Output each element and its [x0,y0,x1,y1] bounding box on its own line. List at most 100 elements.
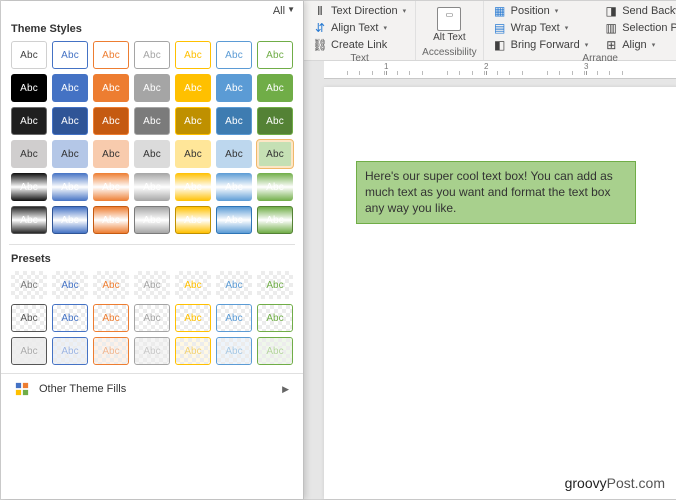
preset-swatch[interactable]: Abc [93,337,129,365]
swatch-label: Abc [61,116,79,127]
style-swatch[interactable]: Abc [11,41,47,69]
preset-swatch[interactable]: Abc [134,304,170,332]
style-swatch[interactable]: Abc [257,107,293,135]
style-swatch[interactable]: Abc [93,173,129,201]
preset-swatch[interactable]: Abc [134,271,170,299]
style-swatch[interactable]: Abc [134,173,170,201]
preset-swatch[interactable]: Abc [11,271,47,299]
position-button[interactable]: ▦Position▾ [490,3,592,19]
preset-swatch[interactable]: Abc [11,337,47,365]
swatch-label: Abc [143,149,161,160]
alt-text-button[interactable]: ▭ Alt Text [429,5,470,46]
create-link-button[interactable]: ⛓Create Link [310,37,409,53]
chevron-down-icon: ▾ [555,7,559,15]
other-fills-label: Other Theme Fills [39,383,126,395]
style-swatch[interactable]: Abc [11,107,47,135]
preset-swatch[interactable]: Abc [175,271,211,299]
style-swatch[interactable]: Abc [52,74,88,102]
preset-swatch[interactable]: Abc [175,304,211,332]
swatch-label: Abc [225,346,242,357]
style-swatch[interactable]: Abc [216,173,252,201]
text-box[interactable]: Here's our super cool text box! You can … [356,161,636,224]
palette-icon [15,382,29,396]
align-text-button[interactable]: ⇵Align Text▾ [310,20,409,36]
style-swatch[interactable]: Abc [93,206,129,234]
style-swatch[interactable]: Abc [175,107,211,135]
preset-swatch[interactable]: Abc [216,304,252,332]
style-swatch[interactable]: Abc [134,41,170,69]
preset-swatch[interactable]: Abc [93,271,129,299]
swatch-label: Abc [61,346,78,357]
bring-forward-button[interactable]: ◧Bring Forward▾ [490,37,592,53]
group-label-accessibility: Accessibility [422,47,476,60]
swatch-label: Abc [61,83,79,94]
style-swatch[interactable]: Abc [257,74,293,102]
style-swatch[interactable]: Abc [11,206,47,234]
preset-swatch[interactable]: Abc [216,337,252,365]
style-swatch[interactable]: Abc [93,107,129,135]
align-icon: ⊞ [604,38,618,52]
style-swatch[interactable]: Abc [216,74,252,102]
style-swatch[interactable]: Abc [52,41,88,69]
align-button[interactable]: ⊞Align▾ [601,37,676,53]
style-swatch[interactable]: Abc [216,206,252,234]
style-swatch[interactable]: Abc [257,140,293,168]
swatch-label: Abc [143,280,160,291]
preset-swatch[interactable]: Abc [257,304,293,332]
other-theme-fills-button[interactable]: Other Theme Fills ▶ [1,373,303,404]
selection-pane-button[interactable]: ▥Selection Pane [601,20,676,36]
swatch-label: Abc [143,50,161,61]
gallery-filter[interactable]: All ▼ [1,1,303,17]
swatch-label: Abc [184,313,201,324]
preset-swatch[interactable]: Abc [52,304,88,332]
style-swatch[interactable]: Abc [11,140,47,168]
swatch-label: Abc [20,182,38,193]
style-swatch[interactable]: Abc [93,74,129,102]
preset-swatch[interactable]: Abc [257,271,293,299]
style-swatch[interactable]: Abc [175,74,211,102]
style-swatch[interactable]: Abc [93,41,129,69]
style-swatch[interactable]: Abc [134,140,170,168]
preset-swatch[interactable]: Abc [216,271,252,299]
style-swatch[interactable]: Abc [175,173,211,201]
style-swatch[interactable]: Abc [134,74,170,102]
swatch-label: Abc [20,313,37,324]
text-direction-button[interactable]: ⅡText Direction▾ [310,3,409,19]
style-swatch[interactable]: Abc [175,41,211,69]
style-swatch[interactable]: Abc [216,41,252,69]
send-backward-button[interactable]: ◨Send Backward▾ [601,3,676,19]
style-swatch[interactable]: Abc [257,206,293,234]
preset-swatch[interactable]: Abc [257,337,293,365]
style-swatch[interactable]: Abc [52,140,88,168]
bring-forward-icon: ◧ [493,38,507,52]
preset-swatch[interactable]: Abc [52,271,88,299]
document-area: ⅡText Direction▾ ⇵Align Text▾ ⛓Create Li… [304,1,676,499]
style-swatch[interactable]: Abc [11,74,47,102]
document-canvas[interactable]: Here's our super cool text box! You can … [324,87,676,499]
style-swatch[interactable]: Abc [134,206,170,234]
shape-styles-gallery: All ▼ Theme Styles AbcAbcAbcAbcAbcAbcAbc… [1,1,304,499]
swatch-label: Abc [143,182,161,193]
style-swatch[interactable]: Abc [11,173,47,201]
style-swatch[interactable]: Abc [93,140,129,168]
wrap-text-button[interactable]: ▤Wrap Text▾ [490,20,592,36]
section-theme-styles: Theme Styles [1,17,303,39]
swatch-label: Abc [225,280,242,291]
style-swatch[interactable]: Abc [216,140,252,168]
chevron-down-icon: ▾ [403,7,407,15]
style-swatch[interactable]: Abc [216,107,252,135]
style-swatch[interactable]: Abc [175,140,211,168]
preset-swatch[interactable]: Abc [11,304,47,332]
style-swatch[interactable]: Abc [257,173,293,201]
style-swatch[interactable]: Abc [52,107,88,135]
style-swatch[interactable]: Abc [134,107,170,135]
style-swatch[interactable]: Abc [52,206,88,234]
style-swatch[interactable]: Abc [175,206,211,234]
style-swatch[interactable]: Abc [257,41,293,69]
preset-swatch[interactable]: Abc [52,337,88,365]
preset-swatch[interactable]: Abc [93,304,129,332]
preset-swatch[interactable]: Abc [134,337,170,365]
swatch-label: Abc [266,313,283,324]
style-swatch[interactable]: Abc [52,173,88,201]
preset-swatch[interactable]: Abc [175,337,211,365]
